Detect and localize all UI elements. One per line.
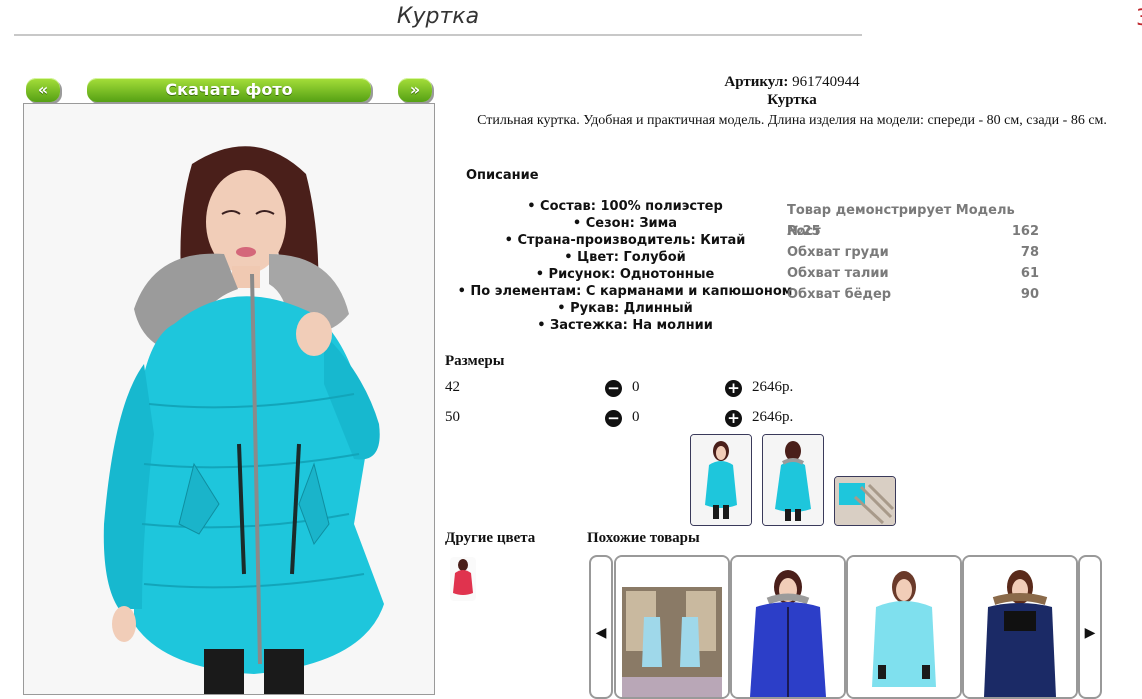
model-row: Рост 162 [787, 221, 1039, 242]
model-row: Обхват груди 78 [787, 242, 1039, 263]
size-value: 50 [445, 409, 460, 425]
similar-product-card[interactable] [962, 555, 1078, 699]
size-row: 50 − 0 + 2646р. [445, 409, 805, 431]
attribute-list: • Состав: 100% полиэстер • Сезон: Зима •… [440, 198, 810, 334]
article-label: Артикул: [724, 74, 789, 90]
model-row: Обхват бёдер 90 [787, 284, 1039, 305]
thumbnail-fabric[interactable] [834, 476, 896, 526]
model-row: Товар демонстрирует Модель №25 [787, 200, 1039, 239]
photo-model-blue-parka-icon [24, 104, 434, 694]
plus-icon[interactable]: + [725, 410, 742, 427]
similar-light-blue-coats-icon [616, 557, 728, 697]
attribute-item: • Застежка: На молнии [537, 318, 713, 333]
similar-navy-parka-icon [964, 557, 1076, 697]
chevron-left-icon: ◀ [595, 625, 607, 641]
model-row-label: Обхват бёдер [787, 287, 892, 302]
attribute-item: • Рукав: Длинный [557, 301, 693, 316]
model-row-value: 61 [1020, 266, 1039, 281]
description-heading: Описание [466, 168, 539, 183]
attribute-item: • Сезон: Зима [572, 216, 678, 231]
main-product-photo[interactable] [23, 103, 435, 695]
quantity-value: 0 [632, 379, 640, 395]
model-row-value: 78 [1020, 245, 1039, 260]
swatch-red-jacket-icon [450, 557, 476, 601]
download-photo-button[interactable]: Скачать фото [87, 78, 371, 102]
attribute-item: • Цвет: Голубой [564, 250, 686, 265]
model-row-label: Обхват талии [787, 266, 889, 281]
similar-blue-parka-icon [732, 557, 844, 697]
model-measurements: Товар демонстрирует Модель №25 Рост 162 О… [787, 200, 1039, 305]
prev-photo-button[interactable]: « [26, 78, 60, 102]
article-line: Артикул: 961740944 [442, 74, 1142, 91]
sizes-heading: Размеры [445, 353, 505, 369]
carousel-prev-button[interactable]: ◀ [589, 555, 613, 699]
thumb-fabric-swatch-icon [835, 477, 895, 525]
product-name: Куртка [767, 92, 817, 108]
minus-icon[interactable]: − [605, 410, 622, 427]
model-row-label: Товар демонстрирует Модель №25 [787, 203, 1015, 239]
close-icon[interactable]: 3 [1136, 6, 1142, 31]
attribute-item: • Рисунок: Однотонные [535, 267, 715, 282]
product-info: Артикул: 961740944 Куртка Стильная куртк… [442, 74, 1142, 131]
carousel-next-button[interactable]: ▶ [1078, 555, 1102, 699]
model-row-label: Рост [787, 224, 821, 239]
similar-products-heading: Похожие товары [587, 530, 700, 546]
chevron-right-icon: ▶ [1084, 625, 1096, 641]
attribute-item: • По элементам: С карманами и капюшоном [457, 284, 793, 299]
model-row-label: Обхват груди [787, 245, 889, 260]
price-value: 2646р. [752, 379, 794, 395]
model-row: Обхват талии 61 [787, 263, 1039, 284]
minus-icon[interactable]: − [605, 380, 622, 397]
attribute-item: • Состав: 100% полиэстер [527, 199, 723, 214]
article-value: 961740944 [792, 74, 860, 90]
attribute-item: • Страна-производитель: Китай [504, 233, 746, 248]
size-value: 42 [445, 379, 460, 395]
similar-product-card[interactable] [614, 555, 730, 699]
price-value: 2646р. [752, 409, 794, 425]
thumb-front-view-icon [691, 435, 751, 525]
other-color-swatch[interactable] [450, 557, 476, 601]
similar-product-card[interactable] [730, 555, 846, 699]
page-title: Куртка [14, 0, 862, 36]
model-row-value: 162 [1011, 224, 1039, 239]
next-photo-button[interactable]: » [398, 78, 432, 102]
similar-light-blue-jacket-icon [848, 557, 960, 697]
thumbnail-front[interactable] [690, 434, 752, 526]
other-colors-heading: Другие цвета [445, 530, 536, 546]
similar-product-card[interactable] [846, 555, 962, 699]
model-row-value: 90 [1020, 287, 1039, 302]
size-row: 42 − 0 + 2646р. [445, 379, 805, 401]
plus-icon[interactable]: + [725, 380, 742, 397]
thumbnail-back[interactable] [762, 434, 824, 526]
thumb-back-view-icon [763, 435, 823, 525]
quantity-value: 0 [632, 409, 640, 425]
product-description: Стильная куртка. Удобная и практичная мо… [477, 113, 1107, 128]
